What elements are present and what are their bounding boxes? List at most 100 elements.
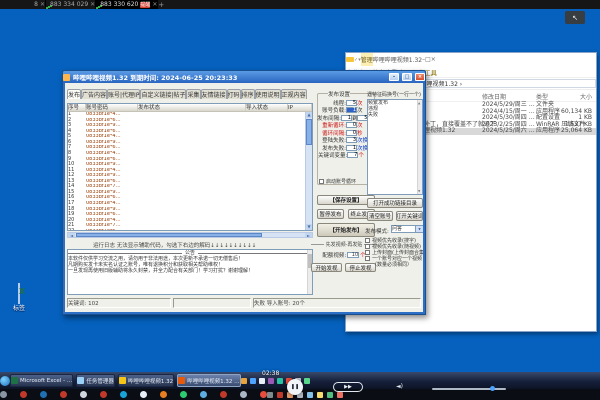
setting-input[interactable]: 3 (346, 137, 357, 143)
close-icon[interactable]: ✕ (152, 1, 157, 9)
start-button[interactable] (0, 376, 10, 386)
column-header[interactable]: 账号密码 (86, 104, 138, 111)
column-header[interactable]: 序号 (68, 104, 86, 111)
session-tab[interactable]: 883 330 620 提醒 ✕ (96, 0, 158, 9)
dock-icon[interactable] (20, 391, 27, 398)
session-tab-partial[interactable]: 8 ✕ (0, 0, 46, 9)
vertical-scrollbar[interactable] (417, 100, 422, 194)
dock-icon[interactable] (267, 392, 273, 398)
session-tab[interactable]: 883 334 029 ✕ (46, 0, 96, 9)
tray-icon[interactable] (268, 378, 274, 384)
app-tab[interactable]: 友情链接 (201, 89, 227, 99)
quota-start-button[interactable]: 开始发视 (311, 263, 342, 272)
volume-icon[interactable]: ◄) (396, 383, 403, 390)
horizontal-scrollbar[interactable]: ◄ ► (67, 232, 313, 238)
setting-input[interactable]: 0 (346, 130, 357, 136)
dock-icon[interactable] (40, 391, 47, 398)
scroll-left-icon[interactable]: ◄ (68, 233, 75, 237)
taskbar-button[interactable]: 任务管理器 (76, 374, 115, 387)
scroll-down-icon[interactable]: ▼ (306, 224, 312, 230)
dock-icon[interactable] (0, 391, 7, 398)
column-header[interactable]: IP (288, 104, 312, 111)
app-titlebar[interactable]: 哔哩哔哩视频1.32 到期时间: 2024-06-25 20:23:33 – □… (63, 71, 425, 83)
close-icon[interactable]: × (415, 73, 425, 81)
table-row[interactable]: 22 0833bf1e*6… (68, 229, 305, 230)
clear-accounts-button[interactable]: 清空账号 (367, 211, 393, 221)
dock-icon[interactable] (240, 391, 247, 398)
open-success-links-button[interactable]: 打开成功链接目录 (367, 198, 423, 208)
dock-icon[interactable] (120, 391, 127, 398)
scrollbar-thumb[interactable] (76, 233, 262, 237)
open-keywords-button[interactable]: 打开关键词 (396, 211, 423, 221)
close-icon[interactable]: ✕ (90, 1, 95, 9)
scrollbar-thumb[interactable] (306, 119, 312, 145)
minimize-icon[interactable]: – (389, 73, 399, 81)
dock-icon[interactable] (100, 391, 107, 398)
app-tab[interactable]: 采集 (186, 89, 200, 99)
dock-icon[interactable] (160, 391, 167, 398)
publish-mode-select[interactable]: 问答 (391, 225, 423, 233)
checkbox-icon[interactable] (365, 256, 370, 261)
dock-icon[interactable] (307, 392, 313, 398)
column-header[interactable]: 导入状态 (246, 104, 288, 111)
column-header[interactable]: 发布状态 (138, 104, 246, 111)
dock-icon[interactable] (220, 391, 227, 398)
scroll-right-icon[interactable]: ► (305, 233, 312, 237)
tray-icon[interactable] (304, 378, 310, 384)
app-tab[interactable]: 排序 (241, 89, 255, 99)
app-tab[interactable]: 自定义链接|帖子 (140, 89, 186, 99)
checkbox-icon[interactable] (365, 238, 370, 243)
scroll-up-icon[interactable]: ▲ (306, 112, 312, 118)
tray-icon[interactable] (277, 378, 283, 384)
signature-listbox[interactable]: 频繁发布违规失败 (367, 99, 423, 195)
checkbox-icon[interactable] (365, 250, 370, 255)
dock-icon[interactable] (200, 391, 207, 398)
column-header[interactable]: 修改日期 (482, 92, 506, 101)
column-header[interactable]: 大小 (570, 92, 592, 101)
app-tab[interactable]: 账号|代理IP (107, 89, 140, 99)
vertical-scrollbar[interactable]: ▲ ▼ (305, 112, 312, 230)
tray-icon[interactable] (259, 378, 265, 384)
maximize-icon[interactable]: □ (402, 73, 412, 81)
close-icon[interactable]: × (431, 56, 436, 63)
checkbox-icon[interactable] (319, 179, 324, 184)
dock-icon[interactable] (337, 392, 343, 398)
app-tab[interactable]: 广告内容 (81, 89, 107, 99)
app-tab[interactable]: 发布 (67, 89, 81, 99)
app-tab[interactable]: 使用说明 (255, 89, 281, 99)
taskbar-button[interactable]: 哔哩哔哩视频1.32 (118, 374, 174, 387)
volume-slider[interactable] (432, 388, 506, 390)
dock-icon[interactable] (80, 391, 87, 398)
setting-input[interactable]: 7 (347, 152, 358, 158)
dock-icon[interactable] (317, 392, 323, 398)
app-tab[interactable]: 正规内容 (281, 89, 307, 99)
dock-icon[interactable] (180, 391, 187, 398)
dock-icon[interactable] (327, 392, 333, 398)
log-textbox[interactable]: 公告 本软件仅供学习交流之用，请勿用于非法用途，本次更新不承诺一切无偿售后！凡期… (67, 249, 313, 295)
tray-icon[interactable] (250, 378, 256, 384)
setting-input[interactable]: 5 (346, 100, 357, 106)
column-header[interactable]: 类型 (536, 92, 548, 101)
close-icon[interactable]: ✕ (40, 1, 45, 9)
pause-button[interactable]: ❚❚ (287, 379, 303, 395)
new-session-tab-button[interactable]: + (158, 0, 164, 9)
taskbar-button[interactable]: 哔哩哔哩视频1.32 … (177, 374, 241, 387)
tray-icon[interactable] (241, 378, 247, 384)
fast-forward-button[interactable]: ▶▶ (333, 382, 363, 392)
pause-publish-button[interactable]: 暂停发布 (317, 209, 344, 219)
dock-icon[interactable] (277, 392, 283, 398)
dock-icon[interactable] (140, 391, 147, 398)
app-tab[interactable]: 打码 (227, 89, 241, 99)
dock-icon[interactable] (60, 391, 67, 398)
explorer-titlebar[interactable]: ✓ ▾ 管理 哔哩哔哩视频1.32 – □ × (346, 53, 596, 66)
dock-icon[interactable] (260, 391, 267, 398)
setting-input[interactable]: 1 (346, 107, 357, 113)
setting-input[interactable]: 1 (346, 145, 357, 151)
option-checkbox[interactable]: 一个账号对应一个视频（数量必须相同） (365, 256, 423, 268)
pointer-mode-button[interactable]: ↖ (565, 11, 585, 24)
quota-input[interactable]: 10 (347, 252, 359, 258)
checkbox-icon[interactable] (365, 244, 370, 249)
setting-input[interactable]: 0 (346, 122, 357, 128)
setting-input[interactable]: 1 (341, 115, 352, 121)
desktop-icon-spreadsheet[interactable]: 标签 (4, 284, 34, 312)
